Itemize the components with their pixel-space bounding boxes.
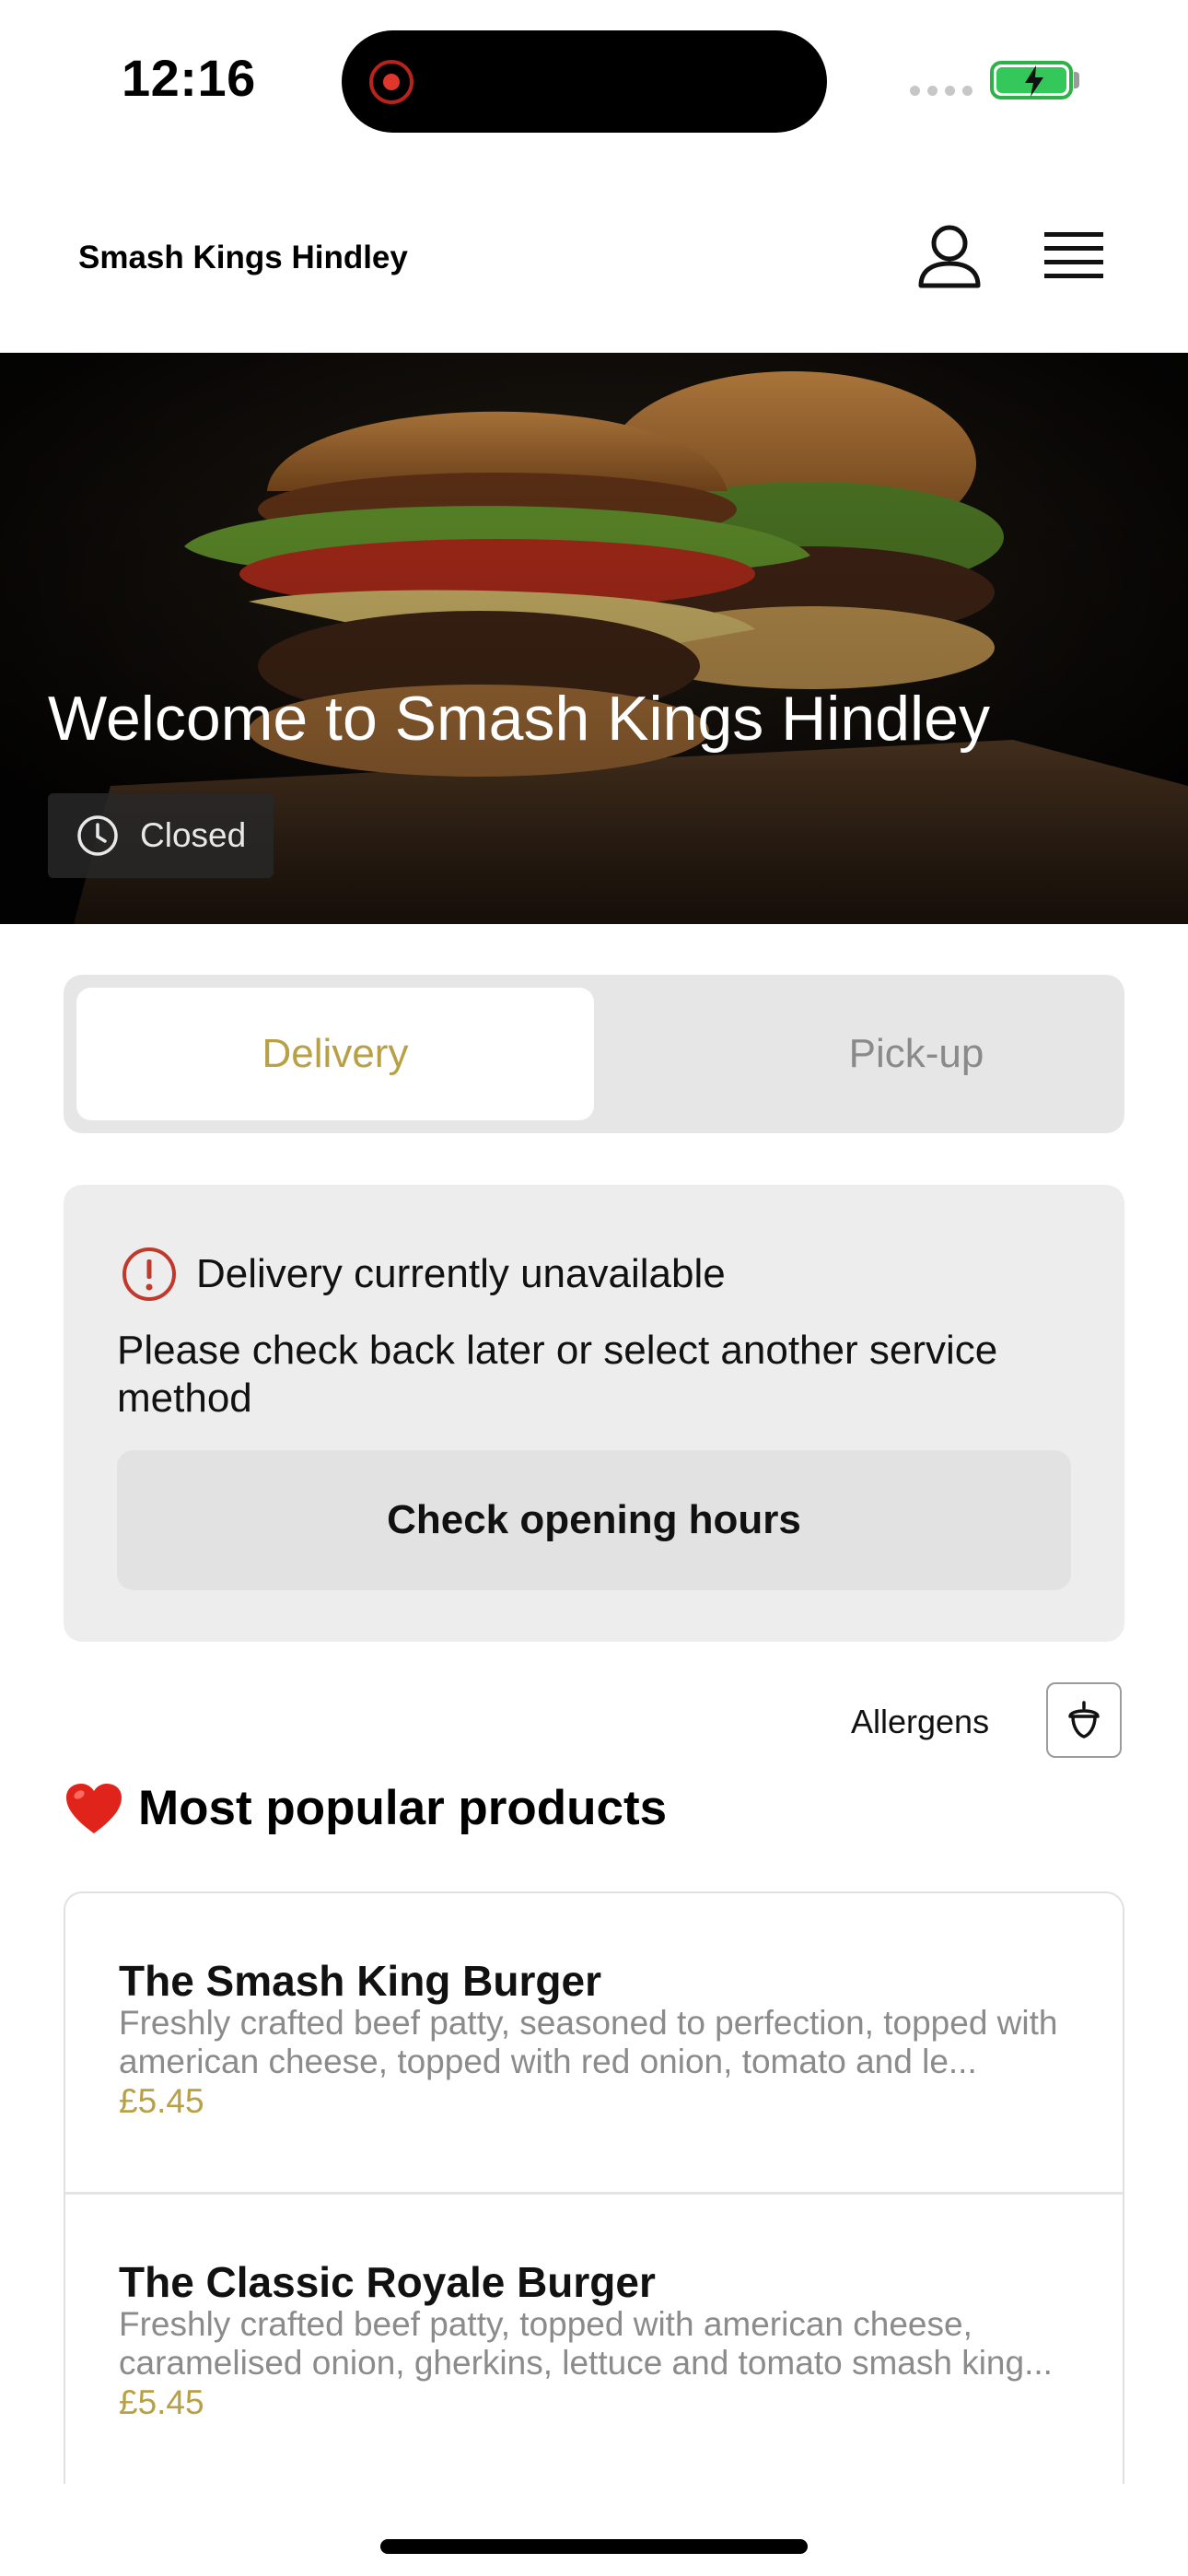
recording-indicator-icon <box>369 60 413 104</box>
battery-icon <box>990 61 1073 100</box>
notice-header: Delivery currently unavailable <box>121 1246 726 1303</box>
user-icon[interactable] <box>917 223 982 289</box>
product-name: The Smash King Burger <box>119 1957 601 2005</box>
store-status-badge: Closed <box>48 793 274 878</box>
tab-delivery[interactable]: Delivery <box>76 988 594 1120</box>
status-bar: 12:16 <box>0 0 1188 157</box>
dynamic-island <box>342 30 827 133</box>
allergens-button[interactable] <box>1046 1682 1122 1758</box>
allergens-label: Allergens <box>851 1703 990 1740</box>
store-status-label: Closed <box>140 816 247 854</box>
status-time: 12:16 <box>122 49 256 107</box>
notice-message: Please check back later or select anothe… <box>117 1328 998 1421</box>
acorn-icon <box>1068 1701 1100 1739</box>
product-card[interactable]: The Smash King Burger Freshly crafted be… <box>65 1893 1123 2192</box>
home-indicator[interactable] <box>380 2539 808 2554</box>
clock-icon <box>77 815 118 856</box>
popular-products-heading: Most popular products <box>64 1780 667 1836</box>
popular-products-title: Most popular products <box>138 1781 668 1835</box>
product-card[interactable]: The Classic Royale Burger Freshly crafte… <box>65 2192 1123 2484</box>
brand-name[interactable]: Smash Kings Hindley <box>78 240 408 276</box>
notice-title: Delivery currently unavailable <box>196 1251 726 1296</box>
product-description: Freshly crafted beef patty, topped with … <box>119 2305 1053 2382</box>
delivery-unavailable-notice: Delivery currently unavailable Please ch… <box>64 1185 1124 1642</box>
welcome-title: Welcome to Smash Kings Hindley <box>48 684 990 754</box>
check-opening-hours-button[interactable]: Check opening hours <box>117 1450 1071 1590</box>
battery-cap <box>1074 72 1079 88</box>
heart-icon <box>66 1783 122 1833</box>
tab-pick-up[interactable]: Pick-up <box>658 988 1175 1120</box>
app-header: Smash Kings Hindley <box>0 157 1188 353</box>
product-price: £5.45 <box>119 2383 204 2421</box>
product-name: The Classic Royale Burger <box>119 2258 656 2306</box>
menu-icon[interactable] <box>1044 230 1103 284</box>
product-list: The Smash King Burger Freshly crafted be… <box>64 1891 1124 2484</box>
product-description: Freshly crafted beef patty, seasoned to … <box>119 2004 1058 2080</box>
product-price: £5.45 <box>119 2082 204 2120</box>
service-method-toggle: Delivery Pick-up <box>64 975 1124 1133</box>
signal-icon <box>910 86 973 96</box>
hero-banner: Welcome to Smash Kings Hindley Closed <box>0 353 1188 924</box>
info-icon <box>122 1247 176 1301</box>
